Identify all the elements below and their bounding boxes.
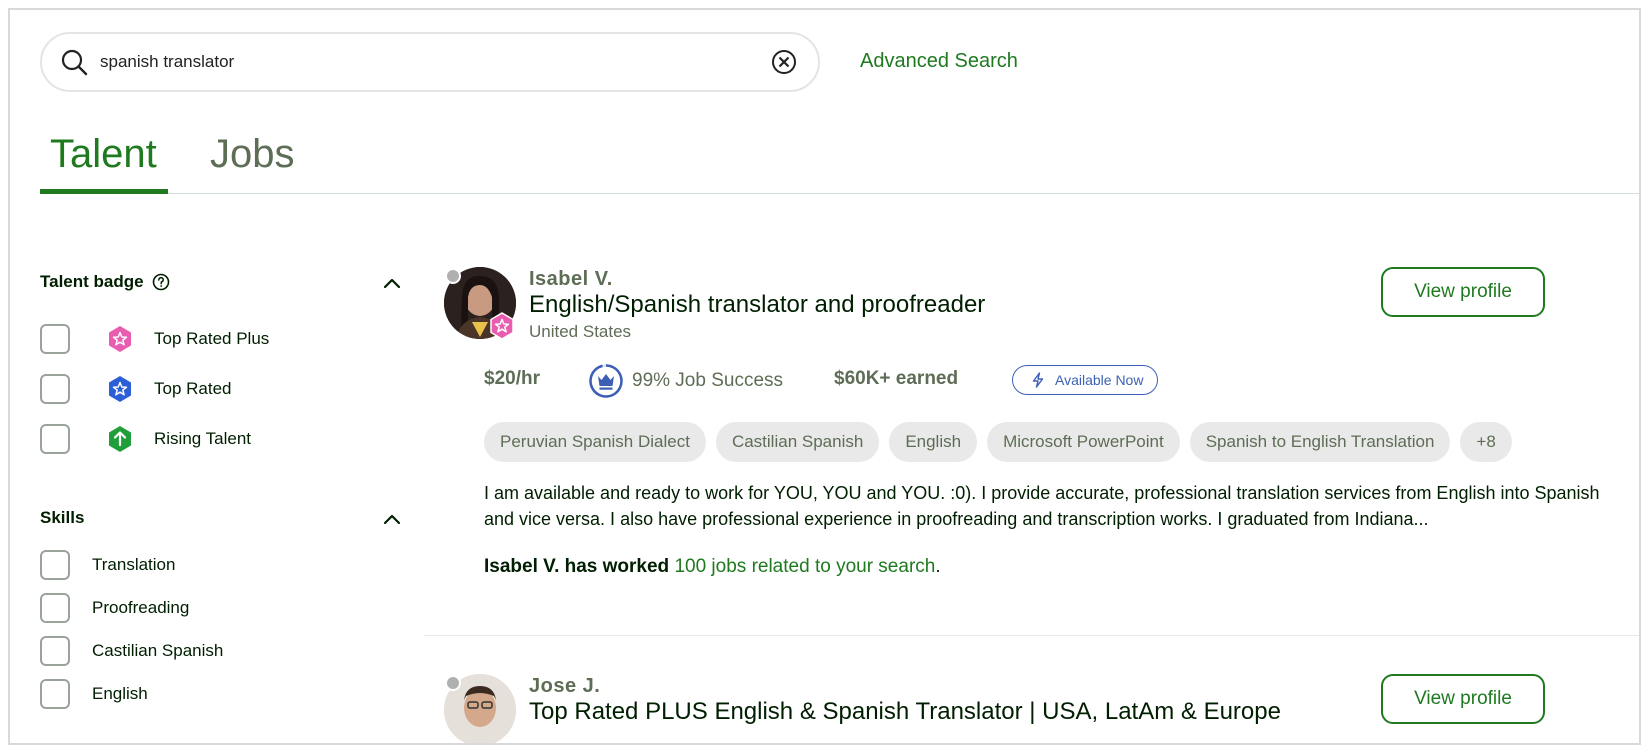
- lightning-icon: [1032, 372, 1044, 388]
- skill-chip[interactable]: Castilian Spanish: [715, 422, 880, 462]
- page-frame: spanish translator Advanced Search Talen…: [8, 8, 1641, 745]
- talent-badge-title-text: Talent badge: [40, 272, 144, 291]
- top-rated-plus-icon: [109, 326, 131, 352]
- filter-label: Castilian Spanish: [92, 641, 224, 660]
- top-rated-plus-icon: [490, 312, 514, 340]
- job-success-icon: [589, 364, 623, 398]
- filter-skill-translation[interactable]: Translation: [40, 550, 175, 580]
- freelancer-headline[interactable]: English/Spanish translator and proofread…: [529, 291, 985, 319]
- rising-talent-icon: [109, 426, 131, 452]
- view-profile-button[interactable]: View profile: [1381, 674, 1545, 724]
- checkbox-translation[interactable]: [40, 550, 70, 580]
- skill-chip[interactable]: English: [889, 422, 978, 462]
- checkbox-english[interactable]: [40, 679, 70, 709]
- skill-chip[interactable]: Spanish to English Translation: [1189, 422, 1451, 462]
- talent-badge-title: Talent badge: [40, 272, 170, 292]
- skill-chip[interactable]: Microsoft PowerPoint: [987, 422, 1180, 462]
- result-divider: [424, 635, 1639, 636]
- freelancer-headline[interactable]: Top Rated PLUS English & Spanish Transla…: [529, 698, 1281, 726]
- filter-skill-english[interactable]: English: [40, 679, 148, 709]
- filter-top-rated-plus[interactable]: Top Rated Plus: [40, 324, 269, 354]
- more-skills-chip[interactable]: +8: [1460, 422, 1512, 462]
- hourly-rate: $20/hr: [484, 368, 540, 389]
- online-status-dot: [445, 268, 461, 284]
- freelancer-description[interactable]: I am available and ready to work for YOU…: [484, 480, 1614, 532]
- filter-label: Top Rated: [154, 379, 232, 398]
- total-earned: $60K+ earned: [834, 368, 959, 389]
- checkbox-rising-talent[interactable]: [40, 424, 70, 454]
- filter-skill-castilian-spanish[interactable]: Castilian Spanish: [40, 636, 223, 666]
- online-status-dot: [445, 675, 461, 691]
- top-rated-icon: [109, 376, 131, 402]
- filter-label: Proofreading: [92, 598, 190, 617]
- availability-label: Available Now: [1055, 372, 1144, 388]
- job-success-score: 99% Job Success: [632, 370, 784, 391]
- skills-title: Skills: [40, 508, 84, 528]
- jobs-worked-prefix: Isabel V. has worked: [484, 556, 670, 577]
- tab-talent[interactable]: Talent: [50, 132, 157, 177]
- skill-chips: Peruvian Spanish Dialect Castilian Spani…: [484, 422, 1512, 462]
- view-profile-button[interactable]: View profile: [1381, 267, 1545, 317]
- freelancer-name[interactable]: Isabel V.: [529, 268, 613, 291]
- checkbox-top-rated-plus[interactable]: [40, 324, 70, 354]
- search-box[interactable]: spanish translator: [40, 32, 820, 92]
- filter-rising-talent[interactable]: Rising Talent: [40, 424, 251, 454]
- collapse-skills-icon[interactable]: [382, 509, 402, 529]
- search-input[interactable]: spanish translator: [100, 52, 234, 72]
- checkbox-castilian-spanish[interactable]: [40, 636, 70, 666]
- checkbox-top-rated[interactable]: [40, 374, 70, 404]
- result-tabs: Talent Jobs: [40, 132, 1639, 194]
- filter-label: English: [92, 684, 148, 703]
- active-tab-indicator: [40, 189, 168, 194]
- jobs-worked-summary: Isabel V. has worked 100 jobs related to…: [484, 556, 941, 578]
- freelancer-name[interactable]: Jose J.: [529, 675, 600, 698]
- filter-label: Top Rated Plus: [154, 329, 270, 348]
- jobs-worked-suffix: .: [935, 556, 941, 577]
- filter-label: Translation: [92, 555, 176, 574]
- tab-jobs[interactable]: Jobs: [210, 132, 295, 177]
- skills-title-text: Skills: [40, 508, 85, 527]
- filter-skill-proofreading[interactable]: Proofreading: [40, 593, 189, 623]
- advanced-search-link[interactable]: Advanced Search: [860, 50, 1018, 73]
- filter-label: Rising Talent: [154, 429, 252, 448]
- freelancer-location: United States: [529, 322, 632, 341]
- clear-search-icon[interactable]: [770, 48, 798, 76]
- checkbox-proofreading[interactable]: [40, 593, 70, 623]
- filter-top-rated[interactable]: Top Rated: [40, 374, 232, 404]
- related-jobs-link[interactable]: 100 jobs related to your search: [674, 556, 935, 577]
- help-icon[interactable]: [152, 273, 170, 291]
- collapse-talent-badge-icon[interactable]: [382, 273, 402, 293]
- skill-chip[interactable]: Peruvian Spanish Dialect: [484, 422, 706, 462]
- search-icon: [61, 49, 88, 76]
- available-now-badge: Available Now: [1012, 365, 1158, 395]
